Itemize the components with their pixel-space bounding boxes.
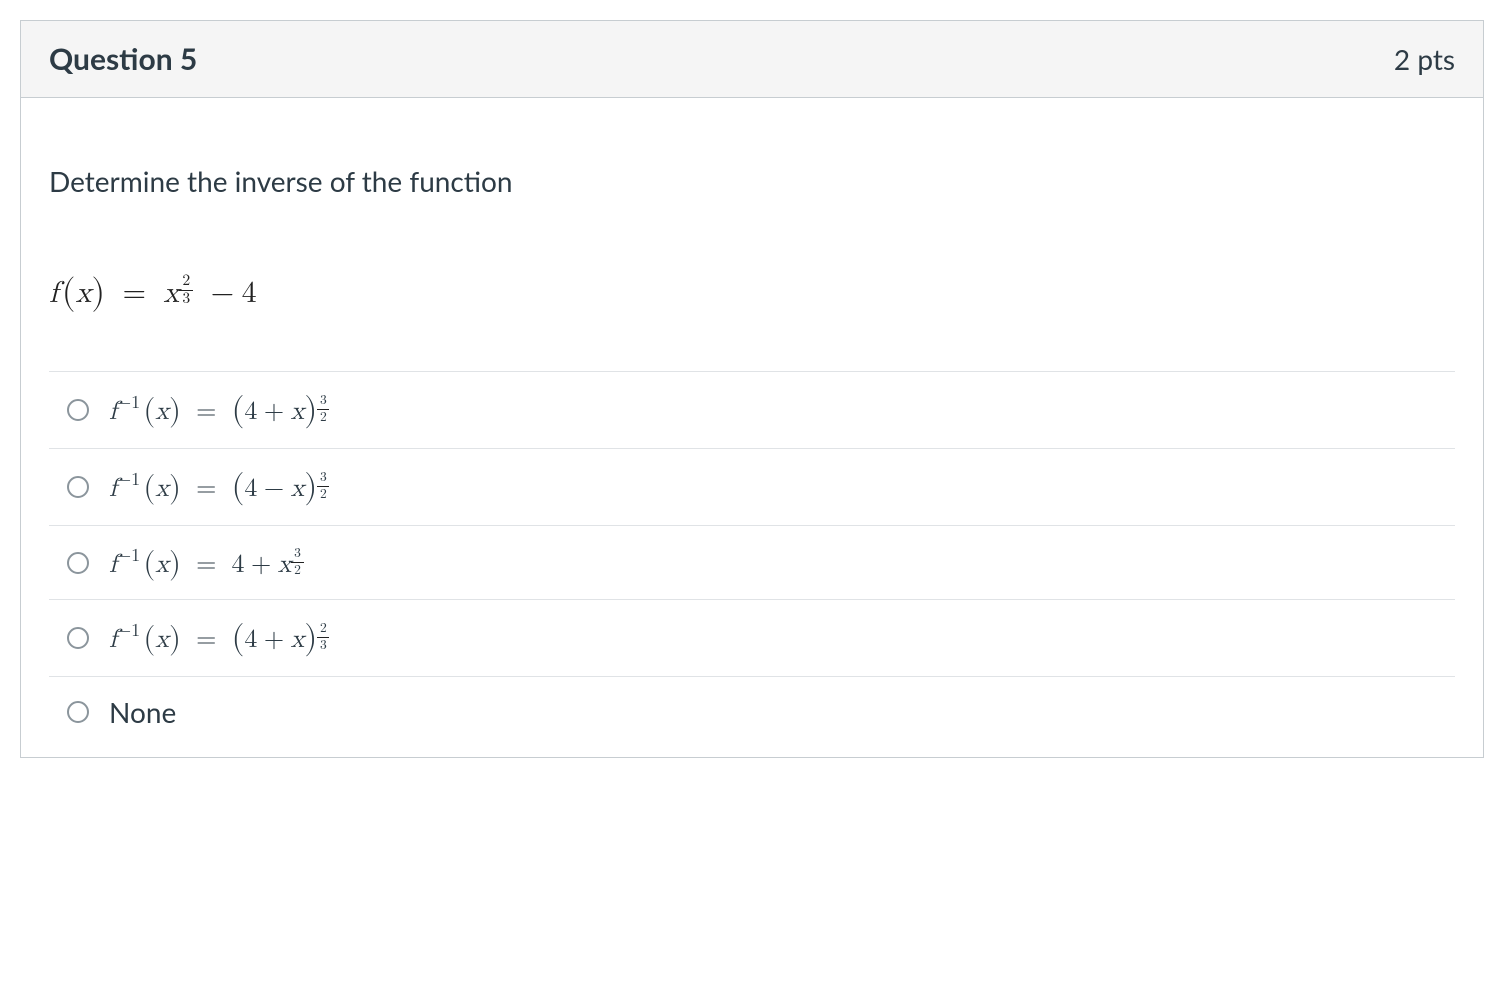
option-row[interactable]: None: [49, 677, 1455, 747]
radio-icon[interactable]: [67, 701, 89, 723]
fn-arg: x: [76, 278, 92, 308]
question-header: Question 5 2 pts: [21, 21, 1483, 98]
option-text: None: [109, 695, 176, 729]
fn-base: x: [163, 278, 179, 308]
question-title: Question 5: [49, 41, 197, 77]
question-prompt: Determine the inverse of the function: [49, 164, 1455, 198]
question-body: Determine the inverse of the function f(…: [21, 98, 1483, 757]
option-row[interactable]: f−1(x) = 4+x32: [49, 526, 1455, 600]
question-card: Question 5 2 pts Determine the inverse o…: [20, 20, 1484, 758]
option-text: f−1(x) = (4+x)32: [109, 390, 329, 430]
option-text: f−1(x) = (4+x)23: [109, 618, 329, 658]
radio-icon[interactable]: [67, 627, 89, 649]
radio-icon[interactable]: [67, 476, 89, 498]
option-text: f−1(x) = 4+x32: [109, 544, 304, 581]
option-row[interactable]: f−1(x) = (4−x)32: [49, 449, 1455, 526]
radio-icon[interactable]: [67, 399, 89, 421]
fn-op: −: [211, 278, 234, 308]
options-list: f−1(x) = (4+x)32 f−1(x) = (4−x)32: [49, 371, 1455, 747]
option-text: f−1(x) = (4−x)32: [109, 467, 329, 507]
fn-name: f: [49, 278, 58, 308]
option-row[interactable]: f−1(x) = (4+x)32: [49, 372, 1455, 449]
question-function: f(x) = x23 −4: [49, 270, 1455, 313]
radio-icon[interactable]: [67, 552, 89, 574]
option-row[interactable]: f−1(x) = (4+x)23: [49, 600, 1455, 677]
fn-const: 4: [242, 278, 257, 308]
question-points: 2 pts: [1394, 42, 1455, 76]
fn-exp-num: 2: [182, 274, 190, 290]
fn-exp-den: 3: [182, 292, 190, 308]
